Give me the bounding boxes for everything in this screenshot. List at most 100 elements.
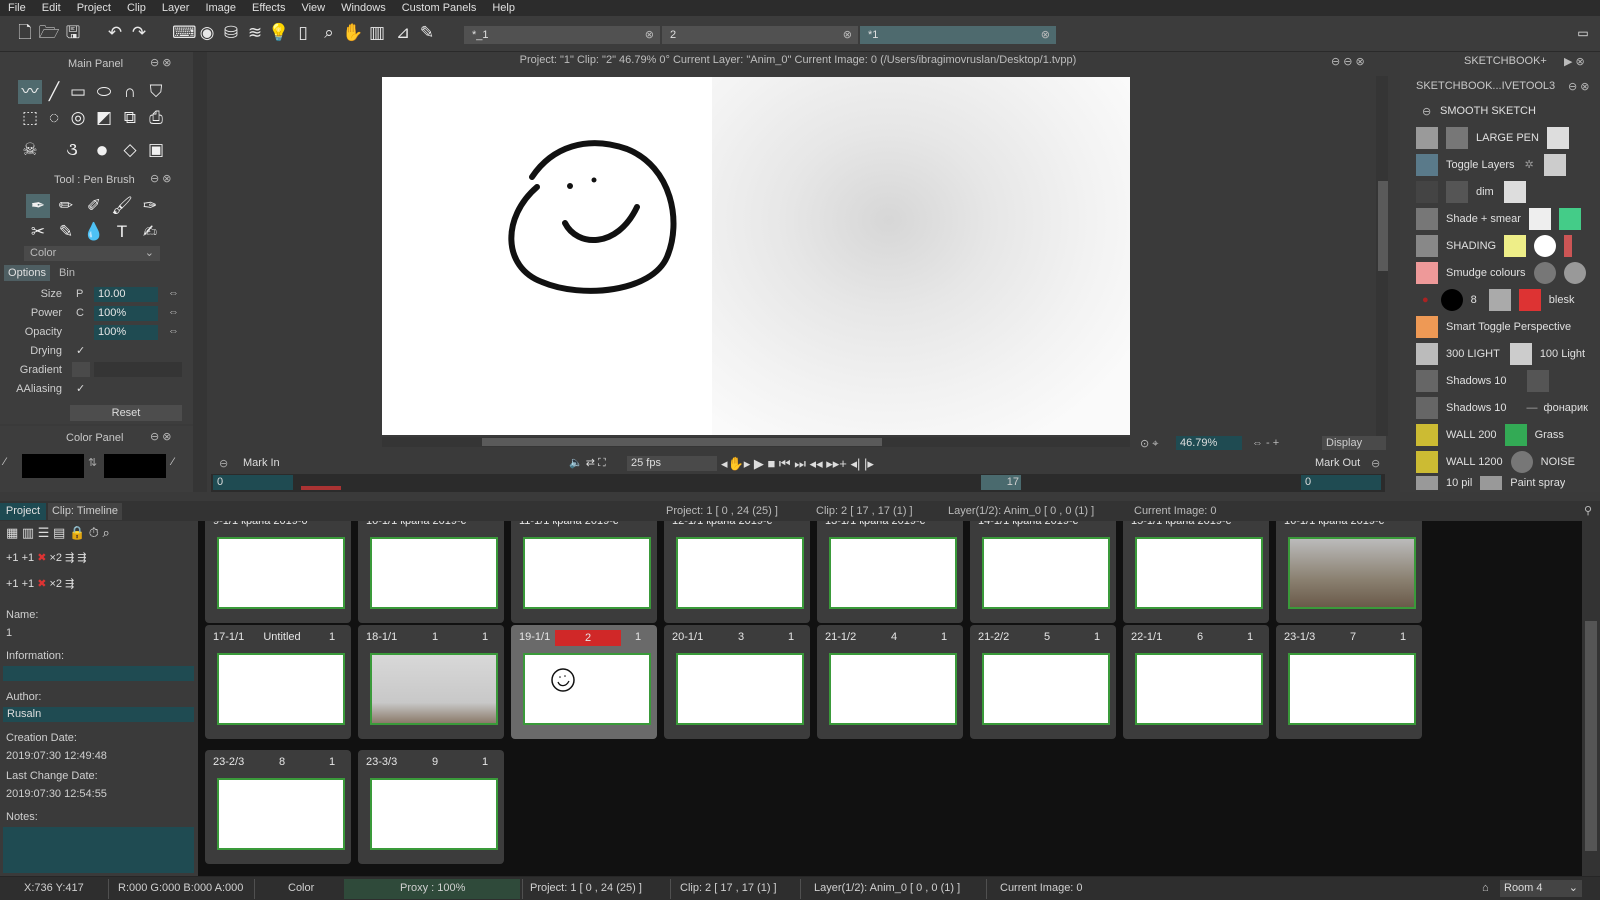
panel-controls-icon[interactable]: ⊖ ⊗ <box>150 56 172 69</box>
layer-add-buttons[interactable]: +1 +1 ✖ ×2 ⇶ <box>6 577 74 590</box>
size-field[interactable]: 10.00 <box>94 287 158 302</box>
eraser-icon[interactable]: ✂ <box>26 220 50 244</box>
clip-thumbnail[interactable]: 16-1/1 крана 2019-с <box>1276 521 1422 623</box>
vertical-scroll-thumb[interactable] <box>1378 181 1388 271</box>
skull-icon[interactable]: ☠ <box>18 138 42 162</box>
rotate-icon[interactable]: ⊙ ⌖ <box>1140 437 1158 451</box>
light-bulb-icon[interactable]: 💡 <box>268 22 290 44</box>
clip-thumbnail[interactable]: 21-1/2 4 1 <box>817 625 963 739</box>
save-icon[interactable]: 🖫 <box>62 22 84 44</box>
keyboard-icon[interactable]: ⌨ <box>172 22 197 44</box>
clip-thumbnail[interactable]: 18-1/1 1 1 <box>358 625 504 739</box>
menu-clip[interactable]: Clip <box>119 2 154 14</box>
clip-thumbnail[interactable]: 14-1/1 крана 2019-с <box>970 521 1116 623</box>
pen-brush-icon[interactable]: ✒ <box>26 194 50 218</box>
menu-project[interactable]: Project <box>69 2 119 14</box>
brush-dim[interactable]: dim <box>1416 179 1534 204</box>
marker-icon[interactable]: ✑ <box>138 194 162 218</box>
brush-shadows-10[interactable]: Shadows 10 <box>1416 368 1557 393</box>
perspective-icon[interactable]: ⊿ <box>392 22 414 44</box>
menu-view[interactable]: View <box>293 2 333 14</box>
clip-thumbnail[interactable]: 17-1/1 Untitled 1 <box>205 625 351 739</box>
ruler-icon[interactable]: ▯ <box>292 22 314 44</box>
right-splitter[interactable] <box>1388 52 1400 492</box>
new-document-icon[interactable]: 🗋 <box>14 22 36 44</box>
display-dropdown[interactable]: Display <box>1322 436 1386 450</box>
freehand-icon[interactable]: 〰 <box>18 80 42 104</box>
gradient-field[interactable] <box>94 362 182 377</box>
view-mode-icons[interactable]: ▦ ▥ ☰ ▤ 🔒 ⏱ ⌕ <box>6 525 110 541</box>
special-brush-icon[interactable]: ✍ <box>138 220 162 244</box>
ellipse-icon[interactable]: ⬭ <box>92 80 116 104</box>
warp-icon[interactable]: ૩ <box>60 138 84 162</box>
notes-field[interactable] <box>3 827 194 873</box>
open-folder-icon[interactable]: 🗁 <box>38 22 60 44</box>
brush-shade-smear[interactable]: Shade + smear <box>1416 206 1589 231</box>
size-mode[interactable]: P <box>76 288 83 300</box>
slider-arrows-icon[interactable]: ⇔ <box>168 325 179 337</box>
brush-wall-200[interactable]: WALL 200 Grass <box>1416 422 1564 447</box>
clip-thumbnail[interactable]: 12-1/1 крана 2019-с <box>664 521 810 623</box>
sound-icon[interactable]: 🔈 ⇄ ⛶ <box>569 456 606 470</box>
primary-color-swatch[interactable] <box>22 454 84 478</box>
frame-slider[interactable]: 0 17 0 <box>211 474 1385 492</box>
playhead-frame[interactable]: 17 <box>981 475 1021 490</box>
paper-icon[interactable]: ◇ <box>118 138 142 162</box>
tab-clip-timeline[interactable]: Clip: Timeline <box>48 503 122 520</box>
brush-smart-toggle-perspective[interactable]: Smart Toggle Perspective <box>1416 314 1571 339</box>
secondary-color-swatch[interactable] <box>104 454 166 478</box>
stamp-icon[interactable]: ⛁ <box>220 22 242 44</box>
pen-tool-icon[interactable]: ✎ <box>416 22 438 44</box>
information-field[interactable] <box>3 666 194 681</box>
close-icon[interactable]: ⊗ <box>645 26 654 44</box>
brush-shading[interactable]: SHADING <box>1416 233 1580 258</box>
line-icon[interactable]: ╱ <box>42 80 66 104</box>
brush-shape-icon[interactable]: ● <box>90 138 114 162</box>
clip-thumbnail[interactable]: 23-1/3 7 1 <box>1276 625 1422 739</box>
name-value[interactable]: 1 <box>6 627 12 639</box>
clip-thumbnail[interactable]: 23-2/3 8 1 <box>205 750 351 864</box>
thumbnail-scrollbar[interactable] <box>1582 521 1600 876</box>
fill-icon[interactable]: ⛉ <box>144 80 168 104</box>
clip-add-buttons[interactable]: +1 +1 ✖ ×2 ⇶ ⇶ <box>6 551 87 564</box>
clip-thumbnail[interactable]: 9-1/1 крана 2019-0 <box>205 521 351 623</box>
menu-layer[interactable]: Layer <box>154 2 198 14</box>
magnifier-icon[interactable]: ⌕ <box>318 22 340 44</box>
library-icon[interactable]: ▥ <box>366 22 388 44</box>
power-mode[interactable]: C <box>76 307 84 319</box>
mark-in-icon[interactable]: ⊖ <box>219 457 228 470</box>
clip-thumbnail[interactable]: 23-3/3 9 1 <box>358 750 504 864</box>
author-field[interactable]: Rusaln <box>3 707 194 722</box>
clip-thumbnail[interactable]: 15-1/1 крана 2019-с <box>1123 521 1269 623</box>
close-icon[interactable]: ⊗ <box>843 26 852 44</box>
menu-help[interactable]: Help <box>484 2 523 14</box>
transport-controls-icon[interactable]: ◂✋▸ ▶ ■ ⏮ ⏭ ◂◂ ▸▸+ ◂| |▸ <box>721 456 874 472</box>
brush-shadows-10b[interactable]: Shadows 10 — фонарик <box>1416 395 1588 420</box>
pin-icon[interactable]: ⚲ <box>1584 504 1592 517</box>
slider-arrows-icon[interactable]: ⇔ <box>168 306 179 318</box>
menu-file[interactable]: File <box>0 2 34 14</box>
select-lasso-icon[interactable]: ◌ <box>42 106 66 130</box>
fps-dropdown[interactable]: 25 fps <box>627 456 717 471</box>
smudge-icon[interactable]: ✎ <box>54 220 78 244</box>
opacity-field[interactable]: 100% <box>94 325 158 340</box>
panel-controls-icon[interactable]: ⊖ ⊗ <box>150 172 172 185</box>
brush-300-light[interactable]: 300 LIGHT 100 Light <box>1416 341 1585 366</box>
room-dropdown[interactable]: Room 4 ⌄ <box>1500 880 1582 897</box>
collapse-icon[interactable]: ⊖ <box>1422 105 1431 118</box>
eyedropper-icon[interactable]: ⁄ <box>4 456 6 468</box>
brush-10-pil[interactable]: 10 pil Paint spray <box>1416 476 1565 490</box>
tab-1[interactable]: *_1 ⊗ <box>464 26 660 44</box>
text-icon[interactable]: T <box>110 220 134 244</box>
camera-icon[interactable]: ⎙ <box>144 106 168 130</box>
clip-thumbnail[interactable]: 13-1/1 крана 2019-с <box>817 521 963 623</box>
menu-windows[interactable]: Windows <box>333 2 394 14</box>
reset-button[interactable]: Reset <box>70 405 182 421</box>
tab-options[interactable]: Options <box>4 265 50 281</box>
window-controls-icon[interactable]: ⊖ ⊖ ⊗ <box>1331 55 1365 68</box>
mark-out-icon[interactable]: ⊖ <box>1371 457 1380 470</box>
select-ellipse-icon[interactable]: ◎ <box>66 106 90 130</box>
zoom-field[interactable]: 46.79% <box>1176 436 1242 450</box>
room-icon[interactable]: ⌂ <box>1482 882 1489 894</box>
undo-icon[interactable]: ↶ <box>104 22 126 44</box>
